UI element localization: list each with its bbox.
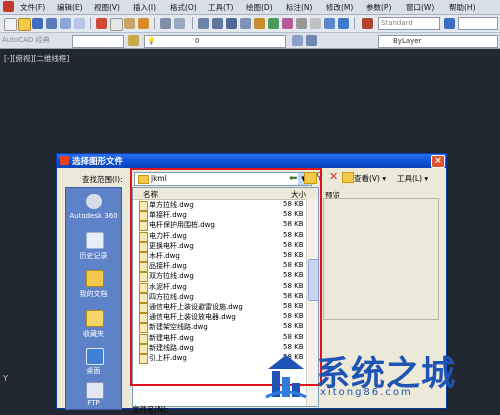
publish-icon[interactable] [74,18,85,29]
new-file-icon[interactable] [4,18,17,31]
menu-tools[interactable]: 工具(T) [208,2,233,13]
calculator-icon[interactable] [324,18,335,29]
zoom-realtime-icon[interactable] [212,18,223,29]
view-menu-button[interactable]: 查看(V) ▾ [354,173,386,184]
watermark-url: xitong86.com [320,387,413,398]
menu-help[interactable]: 帮助(H) [449,2,476,13]
desktop-icon [86,348,104,365]
autodesk-360-icon [86,194,102,209]
undo-icon[interactable] [160,18,171,29]
help-icon[interactable] [338,18,349,29]
menu-file[interactable]: 文件(F) [20,2,45,13]
tool-palettes-icon[interactable] [282,18,293,29]
save-icon[interactable] [32,18,43,29]
text-style-combo[interactable]: Standard [378,17,440,30]
menu-format[interactable]: 格式(O) [170,2,197,13]
place-history[interactable]: 历史记录 [66,251,121,261]
layers-toolbar: AutoCAD 经典 💡 0 ByLayer [0,33,500,49]
place-desktop[interactable]: 桌面 [66,366,121,376]
viewport-controls-label[interactable]: [-][俯视][二维线框] [4,53,69,64]
layer-value: 0 [195,37,200,45]
sheet-set-icon[interactable] [296,18,307,29]
workspace-label[interactable]: AutoCAD 经典 [2,35,50,45]
preview-icon[interactable] [60,18,71,29]
menu-modify[interactable]: 修改(M) [326,2,353,13]
ftp-icon [86,382,104,399]
toolbar-separator [90,17,91,29]
delete-icon[interactable]: ✕ [329,170,338,183]
menu-window[interactable]: 窗口(W) [406,2,434,13]
color-combo[interactable]: ByLayer [378,35,498,48]
paste-icon[interactable] [124,18,135,29]
zoom-previous-icon[interactable] [240,18,251,29]
close-button[interactable]: × [431,155,445,168]
menu-insert[interactable]: 插入(I) [133,2,156,13]
place-my-documents[interactable]: 我的文档 [66,289,121,299]
dialog-title: 选择图形文件 [72,157,124,167]
menu-draw[interactable]: 绘图(D) [246,2,273,13]
place-ftp[interactable]: FTP [66,399,121,407]
standard-toolbar: Standard [0,15,500,33]
text-style-icon[interactable] [362,18,373,29]
watermark: 系统之城 xitong86.com [258,343,500,407]
favorites-folder-icon [86,310,104,327]
layer-properties-icon[interactable] [128,35,139,46]
new-folder-icon[interactable] [342,172,354,183]
match-properties-icon[interactable] [138,18,149,29]
workspace-combo[interactable] [72,35,124,48]
preview-area [323,198,439,320]
toolbar-separator [192,17,193,29]
color-value: ByLayer [393,37,422,45]
dim-style-combo[interactable] [458,17,498,30]
autocad-app-icon[interactable] [3,1,14,12]
cut-icon[interactable] [96,18,107,29]
open-folder-icon[interactable] [18,18,31,31]
make-current-icon[interactable] [292,35,303,46]
zoom-window-icon[interactable] [226,18,237,29]
copy-icon[interactable] [110,18,123,31]
place-favorites[interactable]: 收藏夹 [66,329,121,339]
places-bar: Autodesk 360 历史记录 我的文档 收藏夹 桌面 FTP [65,187,122,410]
dialog-title-bar[interactable]: 选择图形文件 × [57,154,446,168]
text-style-value: Standard [381,19,413,27]
markup-icon[interactable] [310,18,321,29]
menu-parametric[interactable]: 参数(P) [366,2,391,13]
place-autodesk-360[interactable]: Autodesk 360 [66,212,121,220]
layer-combo[interactable]: 💡 0 [144,35,286,48]
toolbar-separator [154,17,155,29]
watermark-logo-icon [265,355,307,399]
tools-menu-button[interactable]: 工具(L) ▾ [397,173,428,184]
menu-view[interactable]: 视图(V) [94,2,120,13]
print-icon[interactable] [46,18,57,29]
my-documents-icon [86,270,104,287]
toolbar-separator [354,17,355,29]
menu-bar: 文件(F) 编辑(E) 视图(V) 插入(I) 格式(O) 工具(T) 绘图(D… [0,0,500,15]
redo-icon[interactable] [174,18,185,29]
lookin-label: 查找范围(I): [82,175,123,184]
ucs-y-axis-label: Y [3,374,8,383]
filename-label: 文件名(N): [132,405,169,414]
design-center-icon[interactable] [268,18,279,29]
light-bulb-icon: 💡 [147,37,156,45]
history-icon [86,232,104,249]
menu-dimension[interactable]: 标注(N) [286,2,312,13]
dim-style-icon[interactable] [444,18,455,29]
menu-edit[interactable]: 编辑(E) [57,2,83,13]
layer-previous-icon[interactable] [306,35,317,46]
properties-icon[interactable] [254,18,265,29]
pan-icon[interactable] [198,18,209,29]
autocad-icon [60,156,69,165]
